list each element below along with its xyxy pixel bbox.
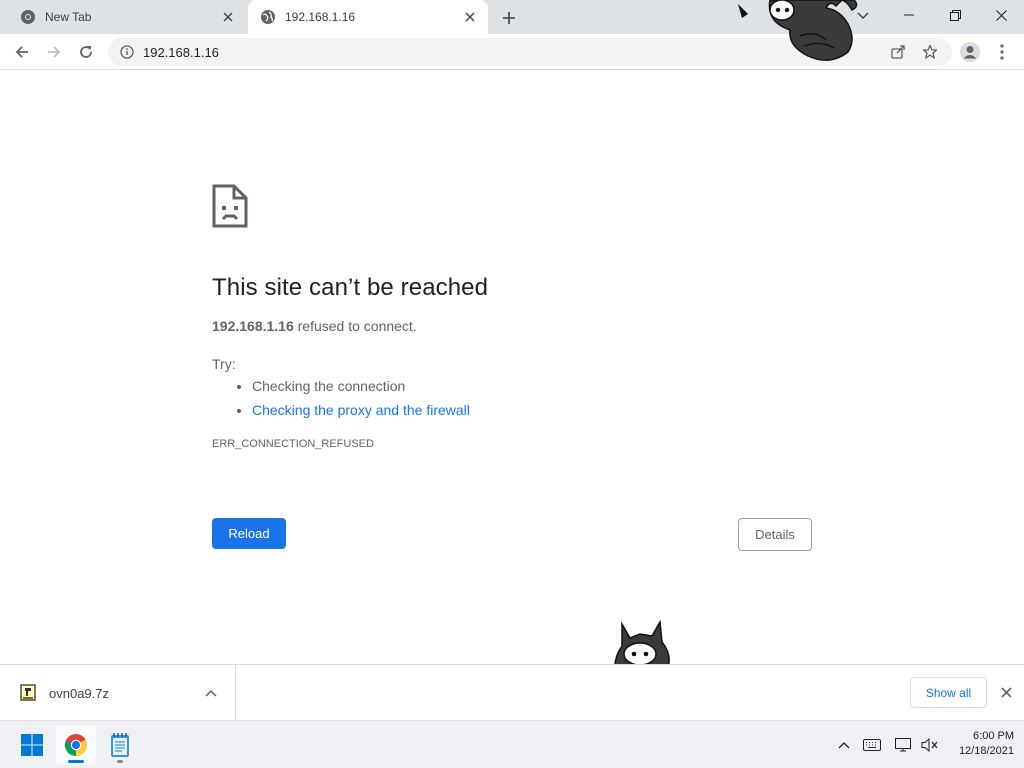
- cat-character-top: [730, 0, 860, 64]
- chevron-up-icon[interactable]: [201, 683, 221, 703]
- sad-page-icon: [212, 184, 248, 228]
- close-shelf-icon[interactable]: [996, 682, 1016, 702]
- taskbar-notepad-icon[interactable]: [100, 725, 140, 765]
- profile-avatar-icon[interactable]: [956, 38, 984, 66]
- reload-icon[interactable]: [72, 38, 100, 66]
- clock-date: 12/18/2021: [958, 745, 1014, 757]
- restore-button[interactable]: [932, 0, 978, 30]
- tab-strip: New Tab 192.168.1.16: [0, 0, 1024, 34]
- tray-overflow-chevron-icon[interactable]: [832, 733, 856, 757]
- tab-close-icon[interactable]: [218, 7, 238, 27]
- running-indicator: [68, 760, 84, 763]
- bookmark-star-icon[interactable]: [918, 40, 942, 64]
- close-window-button[interactable]: [978, 0, 1024, 30]
- error-description: 192.168.1.16 refused to connect.: [212, 318, 812, 334]
- tab-title: New Tab: [45, 10, 92, 24]
- start-windows-icon[interactable]: [12, 725, 52, 765]
- clock-time: 6:00 PM: [973, 730, 1014, 742]
- browser-toolbar: 192.168.1.16: [0, 34, 1024, 70]
- new-tab-button[interactable]: [498, 7, 520, 29]
- try-label: Try:: [212, 356, 236, 372]
- archive-file-icon: [20, 684, 38, 702]
- download-shelf: ovn0a9.7z Show all: [0, 664, 1024, 721]
- error-description-suffix: refused to connect.: [293, 318, 417, 334]
- menu-kebab-icon[interactable]: [988, 38, 1016, 66]
- back-button[interactable]: [8, 38, 36, 66]
- suggestions-list: Checking the connection Checking the pro…: [252, 378, 812, 418]
- error-host: 192.168.1.16: [212, 318, 294, 334]
- share-icon[interactable]: [886, 40, 910, 64]
- suggestion-check-connection: Checking the connection: [252, 378, 406, 394]
- suggestion-item: Checking the connection: [252, 378, 812, 394]
- error-page: This site can’t be reached 192.168.1.16 …: [212, 184, 812, 450]
- system-clock[interactable]: 6:00 PM 12/18/2021: [944, 729, 1014, 759]
- tab-title: 192.168.1.16: [285, 10, 356, 24]
- show-all-button[interactable]: Show all: [910, 677, 987, 708]
- download-item[interactable]: ovn0a9.7z: [0, 665, 236, 721]
- tab-new-tab[interactable]: New Tab: [8, 0, 246, 34]
- download-filename: ovn0a9.7z: [49, 685, 109, 701]
- suggestion-proxy-firewall-link[interactable]: Checking the proxy and the firewall: [252, 402, 470, 418]
- error-heading: This site can’t be reached: [212, 274, 489, 301]
- details-button[interactable]: Details: [738, 518, 812, 551]
- taskbar: 6:00 PM 12/18/2021: [0, 720, 1024, 768]
- forward-button[interactable]: [40, 38, 68, 66]
- error-code: ERR_CONNECTION_REFUSED: [212, 438, 374, 450]
- info-icon[interactable]: [119, 44, 135, 60]
- network-icon[interactable]: [892, 733, 916, 757]
- chrome-icon: [20, 9, 36, 25]
- address-bar-url: 192.168.1.16: [143, 44, 219, 60]
- tab-close-icon[interactable]: [460, 7, 480, 27]
- taskbar-chrome-icon[interactable]: [56, 725, 96, 765]
- tab-192-168-1-16[interactable]: 192.168.1.16: [248, 0, 488, 34]
- minimize-button[interactable]: [886, 0, 932, 30]
- keyboard-icon[interactable]: [860, 733, 884, 757]
- running-indicator: [117, 760, 123, 763]
- suggestion-item: Checking the proxy and the firewall: [252, 402, 812, 418]
- reload-button[interactable]: Reload: [212, 518, 286, 549]
- globe-icon: [260, 9, 276, 25]
- volume-muted-icon[interactable]: [918, 733, 942, 757]
